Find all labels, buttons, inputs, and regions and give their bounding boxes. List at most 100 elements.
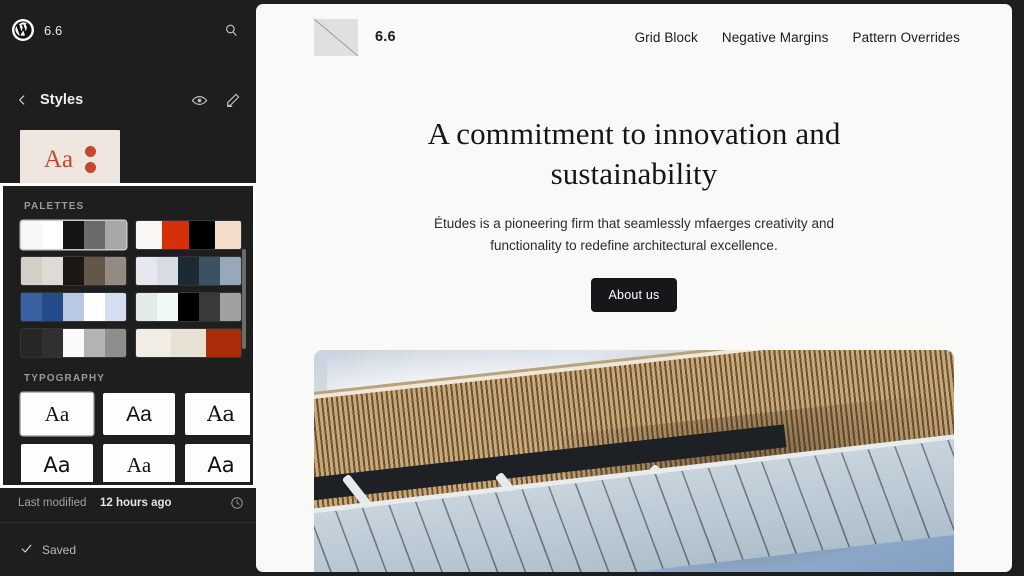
typography-tile[interactable]: Aa — [103, 393, 175, 435]
palettes-grid — [6, 221, 250, 357]
style-preview-card[interactable]: Aa — [20, 130, 120, 188]
palette-color — [136, 329, 171, 357]
last-modified-row: Last modified 12 hours ago — [0, 488, 256, 518]
last-modified-label: Last modified — [18, 497, 100, 509]
typography-tile[interactable]: Aa — [21, 444, 93, 482]
palette-swatch[interactable] — [136, 221, 241, 249]
eye-icon[interactable] — [186, 87, 212, 113]
site-header: 6.6 Grid Block Negative Margins Pattern Ov… — [256, 4, 1012, 70]
palette-color — [157, 257, 178, 285]
palette-color — [21, 257, 42, 285]
typography-section-label: TYPOGRAPHY — [6, 357, 250, 393]
last-modified-value: 12 hours ago — [100, 497, 172, 509]
style-variations-panel: PALETTES TYPOGRAPHY Aa Aa Aa Aa Aa Aa — [0, 183, 256, 488]
editor-canvas-area: 6.6 Grid Block Negative Margins Pattern Ov… — [256, 0, 1024, 576]
palette-color — [162, 221, 188, 249]
palette-color — [105, 329, 126, 357]
site-title: 6.6 — [375, 29, 396, 45]
save-status-label: Saved — [42, 543, 76, 557]
color-dot — [85, 146, 96, 157]
palette-swatch[interactable] — [21, 329, 126, 357]
typography-tile[interactable]: Aa — [103, 444, 175, 482]
palette-swatch[interactable] — [136, 293, 241, 321]
palette-color — [84, 257, 105, 285]
typography-sample-text: Aa — [207, 455, 234, 476]
palette-color — [63, 329, 84, 357]
palette-color — [171, 329, 206, 357]
style-variations-scroll-area: PALETTES TYPOGRAPHY Aa Aa Aa Aa Aa Aa — [6, 189, 250, 482]
palette-color — [220, 257, 241, 285]
hero-image[interactable] — [314, 350, 954, 572]
palette-color — [189, 221, 215, 249]
palette-color — [157, 293, 178, 321]
wp-version-label: 6.6 — [44, 23, 62, 38]
palette-color — [220, 293, 241, 321]
style-variation-preview[interactable]: Aa — [0, 122, 256, 188]
palette-color — [84, 221, 105, 249]
typography-sample-text: Aa — [127, 455, 152, 476]
page-title: Styles — [40, 92, 83, 108]
palette-color — [136, 221, 162, 249]
palette-color — [178, 257, 199, 285]
save-status-row[interactable]: Saved — [0, 536, 256, 564]
typography-sample-text: Aa — [126, 404, 152, 425]
palette-color — [63, 257, 84, 285]
palette-color — [105, 257, 126, 285]
chevron-left-icon[interactable] — [12, 90, 32, 110]
check-icon — [20, 542, 33, 558]
palette-color — [199, 257, 220, 285]
palettes-section-label: PALETTES — [6, 189, 250, 221]
about-us-button[interactable]: About us — [591, 278, 678, 312]
nav-item[interactable]: Grid Block — [635, 30, 698, 45]
palette-color — [136, 257, 157, 285]
palette-color — [84, 293, 105, 321]
hero-section: A commitment to innovation and sustainab… — [256, 70, 1012, 312]
typography-sample-text: Aa — [43, 455, 70, 476]
search-icon[interactable] — [218, 17, 244, 43]
palette-color — [206, 329, 241, 357]
site-preview-canvas[interactable]: 6.6 Grid Block Negative Margins Pattern Ov… — [256, 4, 1012, 572]
palette-color — [105, 221, 126, 249]
panel-scrollbar[interactable] — [242, 249, 246, 349]
palette-color — [42, 257, 63, 285]
image-placeholder-icon[interactable] — [314, 19, 358, 56]
palette-color — [21, 293, 42, 321]
palette-color — [199, 293, 220, 321]
palette-color — [42, 293, 63, 321]
site-editor-app: 6.6 Styles — [0, 0, 1024, 576]
wordpress-logo-icon[interactable] — [12, 19, 34, 41]
style-preview-sample-text: Aa — [44, 147, 73, 172]
hero-paragraph: Études is a pioneering firm that seamles… — [434, 213, 834, 256]
site-navigation: Grid Block Negative Margins Pattern Overri… — [635, 30, 960, 45]
palette-color — [21, 329, 42, 357]
palette-color — [215, 221, 241, 249]
palette-color — [42, 221, 63, 249]
palette-color — [21, 221, 42, 249]
palette-color — [178, 293, 199, 321]
typography-tile[interactable]: Aa — [185, 393, 250, 435]
color-dot — [85, 162, 96, 173]
clock-icon[interactable] — [230, 496, 244, 510]
typography-grid: Aa Aa Aa Aa Aa Aa — [6, 393, 250, 482]
nav-item[interactable]: Negative Margins — [722, 30, 829, 45]
palette-swatch[interactable] — [21, 293, 126, 321]
palette-color — [63, 221, 84, 249]
palette-swatch[interactable] — [21, 221, 126, 249]
pencil-icon[interactable] — [220, 87, 246, 113]
palette-swatch[interactable] — [21, 257, 126, 285]
sidebar-top-bar: 6.6 — [0, 0, 256, 60]
palette-color — [136, 293, 157, 321]
palette-color — [84, 329, 105, 357]
sidebar-divider — [0, 522, 256, 523]
style-preview-color-dots — [85, 146, 96, 173]
typography-tile[interactable]: Aa — [21, 393, 93, 435]
nav-item[interactable]: Pattern Overrides — [853, 30, 961, 45]
palette-color — [42, 329, 63, 357]
palette-color — [105, 293, 126, 321]
styles-panel-header: Styles — [0, 78, 256, 122]
palette-swatch[interactable] — [136, 329, 241, 357]
typography-tile[interactable]: Aa — [185, 444, 250, 482]
hero-heading: A commitment to innovation and sustainab… — [424, 114, 844, 193]
palette-swatch[interactable] — [136, 257, 241, 285]
palette-color — [63, 293, 84, 321]
